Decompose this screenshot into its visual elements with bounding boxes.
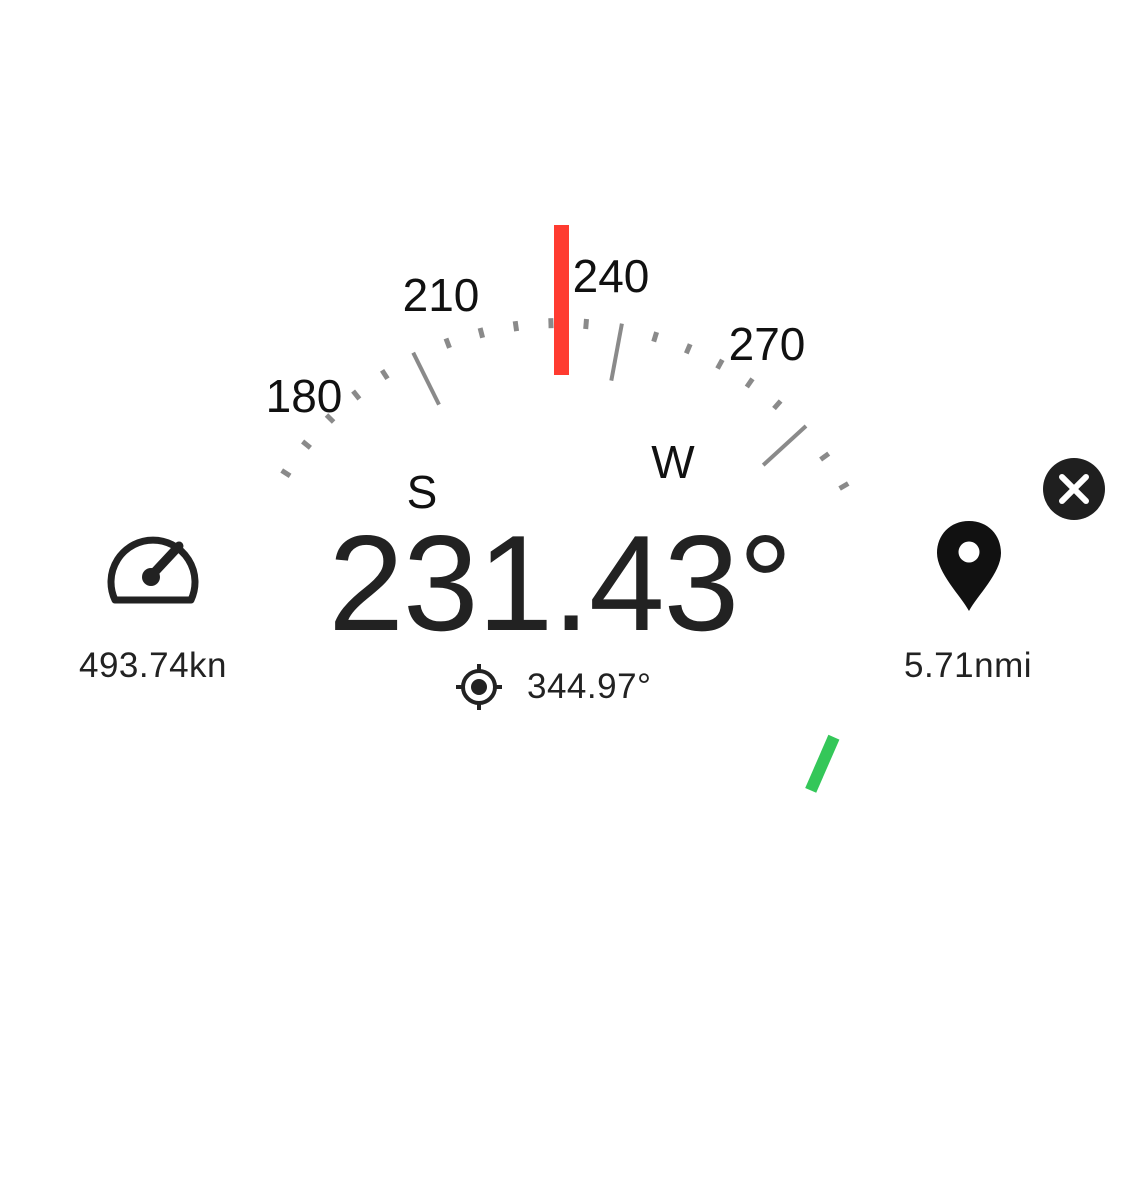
minor-tick xyxy=(772,399,783,411)
close-button[interactable] xyxy=(1043,458,1105,520)
major-tick xyxy=(761,424,808,467)
speedometer-icon xyxy=(107,536,199,604)
scale-label-210: 210 xyxy=(403,269,480,321)
minor-tick xyxy=(351,389,362,401)
close-icon xyxy=(1059,474,1089,504)
map-pin-icon xyxy=(937,521,1001,611)
major-tick xyxy=(609,323,624,381)
scale-label-180: 180 xyxy=(266,370,343,422)
minor-tick xyxy=(715,358,725,370)
heading-marker xyxy=(554,225,569,375)
minor-tick xyxy=(512,320,520,332)
minor-tick xyxy=(744,377,755,389)
crosshair-target-icon xyxy=(456,664,502,710)
minor-tick xyxy=(683,343,693,355)
target-bearing-value: 344.97° xyxy=(527,667,652,706)
minor-tick xyxy=(379,368,390,381)
target-bearing-marker xyxy=(805,734,840,793)
scale-label-240: 240 xyxy=(573,250,650,302)
cardinal-label-west: W xyxy=(651,436,695,488)
minor-tick xyxy=(477,327,486,339)
minor-tick xyxy=(651,331,659,343)
distance-value: 5.71nmi xyxy=(903,646,1033,685)
minor-tick xyxy=(838,481,850,491)
heading-value: 231.43° xyxy=(328,507,792,659)
minor-tick xyxy=(819,451,831,462)
minor-tick xyxy=(443,337,452,349)
minor-tick xyxy=(583,318,589,330)
major-tick xyxy=(411,351,441,406)
scale-label-270: 270 xyxy=(729,318,806,370)
minor-tick xyxy=(280,468,292,479)
speed-value: 493.74kn xyxy=(78,646,228,685)
target-bearing: 344.97° xyxy=(455,660,652,714)
minor-tick xyxy=(301,439,312,450)
